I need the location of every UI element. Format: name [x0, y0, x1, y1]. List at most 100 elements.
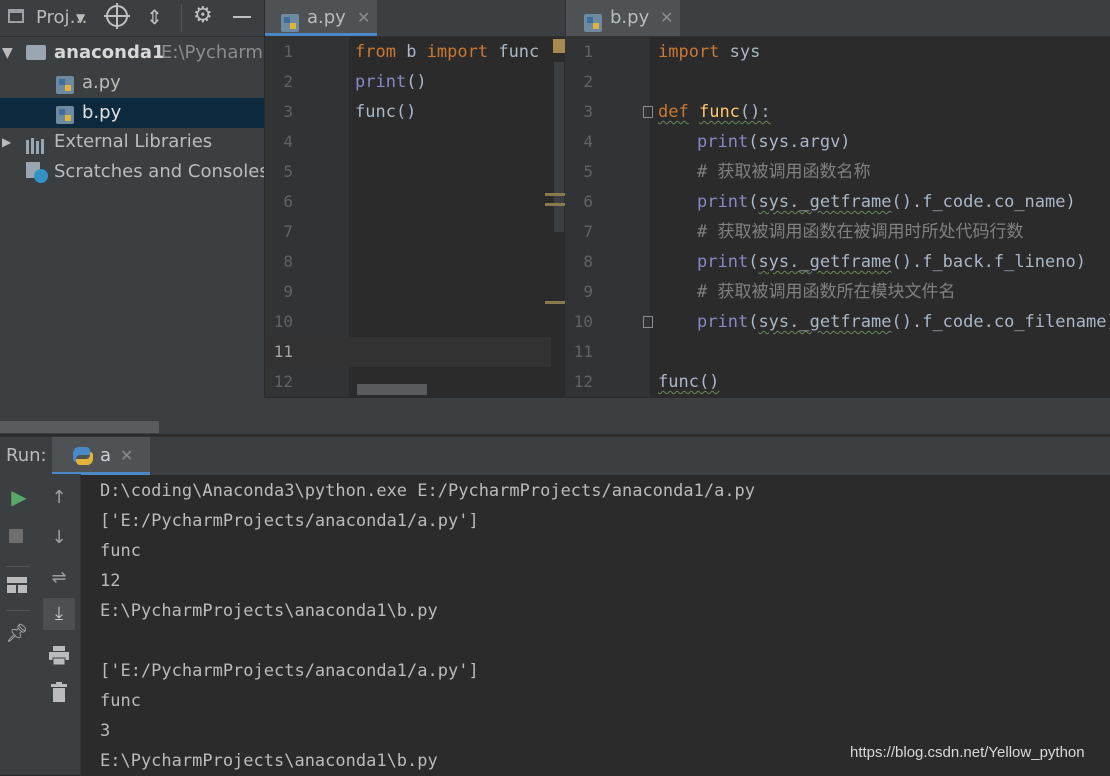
tab-b-py[interactable]: b.py ✕ — [566, 0, 680, 36]
close-icon[interactable]: ✕ — [120, 437, 133, 475]
code-line-4: print(sys.argv) — [697, 132, 851, 152]
run-tab-label: a — [100, 445, 112, 466]
pin-icon[interactable]: 📌︎ — [5, 622, 29, 646]
python-file-icon — [281, 9, 299, 32]
editor-bottom-area — [264, 398, 1110, 434]
left-line-number: 6 — [283, 192, 293, 211]
left-line-number: 1 — [283, 42, 293, 61]
folder-icon — [26, 45, 46, 60]
horizontal-scrollbar[interactable] — [0, 421, 159, 433]
code-line-9: # 获取被调用函数所在模块文件名 — [697, 282, 956, 302]
horizontal-scrollbar[interactable] — [357, 384, 427, 395]
console-line: 3 — [100, 721, 111, 741]
right-line-number: 12 — [573, 372, 593, 391]
minimize-icon[interactable] — [233, 16, 251, 18]
code-line-12: func() — [658, 372, 720, 392]
close-icon[interactable]: ✕ — [660, 0, 673, 36]
console-line: 12 — [100, 571, 121, 591]
print-icon[interactable] — [49, 646, 69, 670]
right-line-number: 4 — [583, 132, 593, 151]
project-toolbar: Proj… ▼ ⇕ ⚙ — [0, 0, 264, 37]
toolbar-divider — [6, 566, 30, 567]
crosshair-icon[interactable] — [104, 3, 130, 29]
code-line-6: print(sys._getframe().f_code.co_name) — [697, 192, 1076, 212]
python-file-icon — [56, 104, 74, 124]
chevron-down-icon[interactable]: ▼ — [2, 38, 13, 68]
console-line: D:\coding\Anaconda3\python.exe E:/Pychar… — [100, 481, 756, 501]
close-icon[interactable]: ✕ — [357, 0, 370, 36]
console-line: func — [100, 691, 141, 711]
right-line-number: 2 — [583, 72, 593, 91]
right-line-number: 5 — [583, 162, 593, 181]
tree-scratches[interactable]: Scratches and Consoles — [0, 157, 264, 187]
code-line-3: func() — [355, 102, 417, 122]
right-line-number: 3 — [583, 102, 593, 121]
run-tab-a[interactable]: a ✕ — [52, 437, 150, 475]
right-line-number: 1 — [583, 42, 593, 61]
left-line-number: 12 — [273, 372, 293, 391]
python-file-icon — [584, 9, 602, 32]
left-line-number: 7 — [283, 222, 293, 241]
soft-wrap-icon[interactable]: ⇌ — [47, 566, 71, 590]
scratches-icon — [26, 162, 50, 187]
stop-icon[interactable] — [9, 529, 23, 543]
left-line-number: 9 — [283, 282, 293, 301]
code-line-1: from b import func — [355, 42, 540, 62]
python-file-icon — [56, 74, 74, 94]
chevron-right-icon[interactable]: ▶ — [2, 127, 11, 157]
right-line-number: 11 — [573, 342, 593, 361]
left-line-number: 5 — [283, 162, 293, 181]
collapse-icon[interactable]: ⇕ — [146, 3, 163, 31]
project-panel: Proj… ▼ ⇕ ⚙ ▼ anaconda1 E:\PycharmP a.py… — [0, 0, 264, 434]
tree-file-b[interactable]: b.py — [0, 98, 264, 128]
fold-icon[interactable] — [643, 316, 653, 328]
gear-icon[interactable]: ⚙ — [193, 2, 213, 30]
right-line-number: 6 — [583, 192, 593, 211]
arrow-up-icon[interactable]: ↑ — [47, 486, 71, 510]
left-line-number: 10 — [273, 312, 293, 331]
console-line: ['E:/PycharmProjects/anaconda1/a.py'] — [100, 661, 479, 681]
run-label: Run: — [6, 445, 47, 466]
console-line: ['E:/PycharmProjects/anaconda1/a.py'] — [100, 511, 479, 531]
python-icon — [72, 446, 94, 470]
console-line: func — [100, 541, 141, 561]
arrow-down-icon[interactable]: ↓ — [47, 526, 71, 550]
trash-icon[interactable] — [51, 682, 67, 706]
right-line-number: 10 — [573, 312, 593, 331]
current-line-highlight — [265, 337, 565, 367]
root-folder-name: anaconda1 — [54, 42, 165, 63]
right-line-number: 7 — [583, 222, 593, 241]
left-line-number: 4 — [283, 132, 293, 151]
console-line: E:\PycharmProjects\anaconda1\b.py — [100, 601, 438, 621]
code-line-10: print(sys._getframe().f_code.co_filename… — [697, 312, 1110, 332]
right-line-number: 9 — [583, 282, 593, 301]
right-tabbar: b.py ✕ — [566, 0, 1110, 37]
code-line-1: import sys — [658, 42, 761, 62]
left-line-number: 11 — [273, 342, 293, 361]
tab-a-py[interactable]: a.py ✕ — [265, 0, 377, 36]
right-line-number: 8 — [583, 252, 593, 271]
tree-file-a[interactable]: a.py — [0, 68, 264, 98]
tab-label: a.py — [307, 7, 346, 28]
scratches-label: Scratches and Consoles — [54, 161, 264, 182]
layout-icon[interactable] — [7, 577, 27, 593]
tree-external-libraries[interactable]: ▶ External Libraries — [0, 127, 264, 157]
code-line-8: print(sys._getframe().f_back.f_lineno) — [697, 252, 1086, 272]
external-libraries-label: External Libraries — [54, 131, 213, 152]
run-left-toolbar: ▶ 📌︎ — [0, 474, 38, 775]
left-line-number: 8 — [283, 252, 293, 271]
file-label: b.py — [82, 102, 122, 123]
tree-root-anaconda1[interactable]: ▼ anaconda1 E:\PycharmP — [0, 38, 264, 68]
file-label: a.py — [82, 72, 121, 93]
rerun-icon[interactable]: ▶ — [7, 485, 31, 509]
code-line-7: # 获取被调用函数在被调用时所处代码行数 — [697, 222, 1024, 242]
fold-icon[interactable] — [643, 106, 653, 118]
run-header: Run: a ✕ — [0, 436, 1110, 475]
chevron-down-icon[interactable]: ▼ — [76, 6, 85, 30]
toolbar-divider — [6, 610, 30, 611]
scroll-to-end-icon[interactable]: ⤓ — [47, 602, 71, 626]
project-view-icon[interactable] — [8, 9, 24, 23]
left-line-number: 3 — [283, 102, 293, 121]
left-line-number: 2 — [283, 72, 293, 91]
code-line-3: def func(): — [658, 102, 771, 122]
